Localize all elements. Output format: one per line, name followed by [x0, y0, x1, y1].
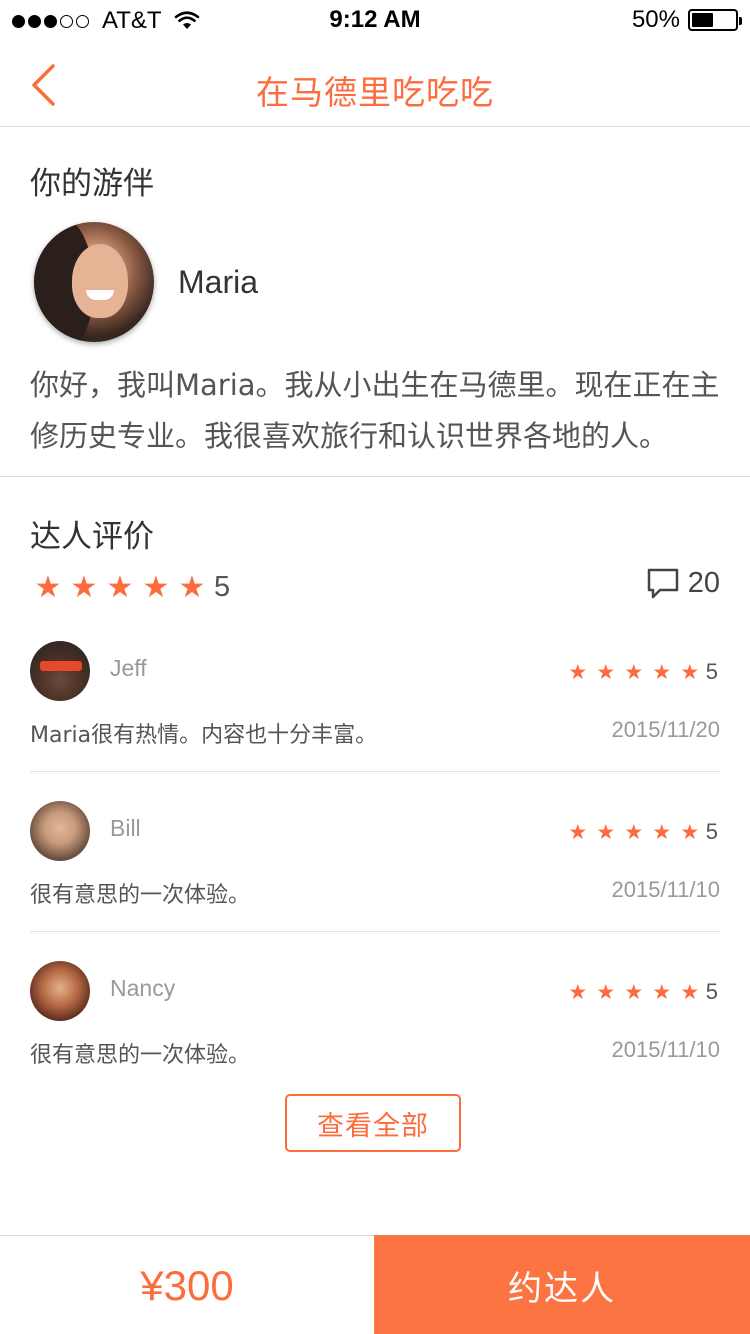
section-divider: [0, 476, 750, 477]
review-text: 很有意思的一次体验。: [30, 1043, 251, 1068]
review-date: 2015/11/20: [611, 717, 720, 742]
star-icon: ★: [680, 660, 700, 684]
bottom-bar: ¥300 约达人: [0, 1235, 750, 1334]
star-icon: ★: [568, 980, 588, 1004]
reviews-section-title: 达人评价: [30, 519, 154, 555]
rating-stars: ★ ★ ★ ★ ★: [30, 570, 210, 605]
star-icon: ★: [142, 570, 170, 605]
star-icon: ★: [596, 820, 616, 844]
reviewer-name: Bill: [110, 815, 141, 841]
star-icon: ★: [70, 570, 98, 605]
rating-summary: ★ ★ ★ ★ ★ 5: [30, 570, 231, 605]
review-date: 2015/11/10: [611, 877, 720, 902]
review-score: 5: [705, 979, 718, 1004]
review-divider: [30, 771, 720, 772]
star-icon: ★: [624, 660, 644, 684]
view-all-reviews-button[interactable]: 查看全部: [285, 1094, 461, 1152]
reviewer-name: Jeff: [110, 655, 147, 681]
review-divider: [30, 931, 720, 932]
star-icon: ★: [106, 570, 134, 605]
page-title: 在马德里吃吃吃: [256, 73, 494, 112]
battery-fill: [692, 13, 713, 27]
companion-name: Maria: [178, 264, 259, 300]
companion-bio: 你好，我叫Maria。我从小出生在马德里。现在正在主修历史专业。我很喜欢旅行和认…: [30, 368, 720, 453]
review-item: Jeff ★ ★ ★ ★ ★ 5 Maria很有热情。内容也十分丰富。 2015…: [30, 641, 720, 801]
star-icon: ★: [568, 820, 588, 844]
review-score: 5: [705, 819, 718, 844]
comment-count: 20: [687, 566, 720, 599]
star-icon: ★: [652, 660, 672, 684]
comment-count-link[interactable]: 20: [646, 566, 720, 600]
companion-section-title: 你的游伴: [30, 166, 154, 202]
review-text: 很有意思的一次体验。: [30, 883, 251, 908]
review-date: 2015/11/10: [611, 1037, 720, 1062]
reviewer-avatar[interactable]: [30, 641, 90, 701]
review-stars: ★ ★ ★ ★ ★ 5: [564, 819, 718, 845]
comment-icon: [647, 568, 678, 599]
star-icon: ★: [624, 820, 644, 844]
star-icon: ★: [34, 570, 62, 605]
review-stars: ★ ★ ★ ★ ★ 5: [564, 979, 718, 1005]
battery-icon: [688, 9, 742, 31]
price-label: ¥300: [140, 1261, 234, 1309]
battery-percent: 50%: [631, 6, 680, 33]
page: AT&T 9:12 AM 50% 在马德里吃吃吃 你的游伴 Maria 你好，我…: [0, 0, 750, 1334]
star-icon: ★: [652, 820, 672, 844]
companion-avatar[interactable]: [34, 222, 154, 342]
star-icon: ★: [624, 980, 644, 1004]
star-icon: ★: [680, 820, 700, 844]
star-icon: ★: [178, 570, 206, 605]
review-score: 5: [705, 659, 718, 684]
star-icon: ★: [568, 660, 588, 684]
reviewer-avatar[interactable]: [30, 961, 90, 1021]
star-icon: ★: [652, 980, 672, 1004]
nav-bar: 在马德里吃吃吃: [0, 40, 750, 127]
reviewer-name: Nancy: [110, 975, 176, 1001]
review-stars: ★ ★ ★ ★ ★ 5: [564, 659, 718, 685]
rating-score: 5: [214, 571, 231, 603]
book-guide-button[interactable]: 约达人: [374, 1235, 750, 1334]
review-text: Maria很有热情。内容也十分丰富。: [30, 723, 378, 748]
review-item: Bill ★ ★ ★ ★ ★ 5 很有意思的一次体验。 2015/11/10: [30, 801, 720, 961]
reviewer-avatar[interactable]: [30, 801, 90, 861]
star-icon: ★: [596, 980, 616, 1004]
star-icon: ★: [680, 980, 700, 1004]
status-bar: AT&T 9:12 AM 50%: [0, 0, 750, 40]
star-icon: ★: [596, 660, 616, 684]
status-right: 50%: [631, 6, 742, 34]
